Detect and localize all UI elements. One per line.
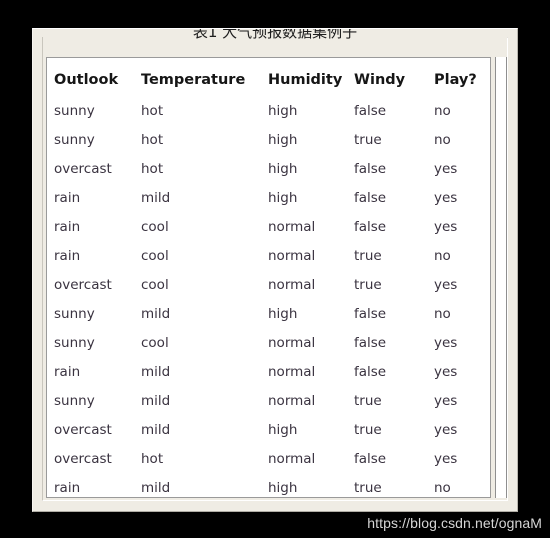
cell-temperature: hot bbox=[141, 131, 164, 148]
cell-temperature: mild bbox=[141, 392, 171, 409]
cell-humidity: high bbox=[268, 189, 298, 206]
table-row: overcast hot high false yes bbox=[47, 154, 490, 183]
cell-outlook: rain bbox=[54, 218, 81, 235]
cell-humidity: high bbox=[268, 102, 298, 119]
cell-outlook: overcast bbox=[54, 276, 112, 293]
table-row: sunny hot high true no bbox=[47, 125, 490, 154]
cell-temperature: mild bbox=[141, 189, 171, 206]
cell-windy: true bbox=[354, 131, 382, 148]
cell-humidity: normal bbox=[268, 247, 316, 264]
cell-windy: false bbox=[354, 160, 387, 177]
cell-windy: true bbox=[354, 276, 382, 293]
cell-play: no bbox=[434, 247, 451, 264]
cell-humidity: high bbox=[268, 421, 298, 438]
column-header-windy: Windy bbox=[354, 71, 406, 88]
cell-windy: false bbox=[354, 363, 387, 380]
column-header-humidity: Humidity bbox=[268, 71, 343, 88]
table-header: Outlook Temperature Humidity Windy Play? bbox=[47, 58, 490, 96]
cell-windy: false bbox=[354, 102, 387, 119]
cell-outlook: sunny bbox=[54, 392, 95, 409]
cell-humidity: high bbox=[268, 305, 298, 322]
table-row: rain mild high true no bbox=[47, 473, 490, 497]
column-header-outlook: Outlook bbox=[54, 71, 119, 88]
cell-outlook: sunny bbox=[54, 102, 95, 119]
cell-windy: true bbox=[354, 247, 382, 264]
cell-temperature: mild bbox=[141, 363, 171, 380]
cell-play: yes bbox=[434, 160, 458, 177]
table-row: rain cool normal false yes bbox=[47, 212, 490, 241]
cell-temperature: cool bbox=[141, 276, 169, 293]
cell-play: no bbox=[434, 305, 451, 322]
cell-humidity: normal bbox=[268, 450, 316, 467]
cell-temperature: cool bbox=[141, 247, 169, 264]
cell-play: no bbox=[434, 479, 451, 496]
table-row: sunny hot high false no bbox=[47, 96, 490, 125]
weather-dataset-table: Outlook Temperature Humidity Windy Play?… bbox=[47, 58, 490, 497]
column-header-temperature: Temperature bbox=[141, 71, 246, 88]
cell-windy: false bbox=[354, 334, 387, 351]
cell-play: no bbox=[434, 102, 451, 119]
watermark-url: https://blog.csdn.net/ognaM bbox=[367, 515, 542, 531]
cell-temperature: cool bbox=[141, 334, 169, 351]
cell-humidity: normal bbox=[268, 218, 316, 235]
cell-temperature: hot bbox=[141, 160, 164, 177]
table-row: sunny mild high false no bbox=[47, 299, 490, 328]
table-header-row: Outlook Temperature Humidity Windy Play? bbox=[47, 58, 490, 96]
cell-humidity: normal bbox=[268, 334, 316, 351]
cell-humidity: normal bbox=[268, 363, 316, 380]
column-header-play: Play? bbox=[434, 71, 477, 88]
cell-windy: true bbox=[354, 421, 382, 438]
cell-outlook: sunny bbox=[54, 334, 95, 351]
table-row: sunny mild normal true yes bbox=[47, 386, 490, 415]
cell-temperature: mild bbox=[141, 479, 171, 496]
cell-play: yes bbox=[434, 421, 458, 438]
cell-windy: false bbox=[354, 305, 387, 322]
cell-windy: true bbox=[354, 479, 382, 496]
cell-play: yes bbox=[434, 450, 458, 467]
vertical-scrollbar[interactable] bbox=[495, 57, 507, 498]
cell-windy: false bbox=[354, 189, 387, 206]
cell-outlook: overcast bbox=[54, 421, 112, 438]
cell-play: yes bbox=[434, 218, 458, 235]
cell-outlook: sunny bbox=[54, 305, 95, 322]
table-row: rain cool normal true no bbox=[47, 241, 490, 270]
cell-humidity: high bbox=[268, 160, 298, 177]
table-row: overcast cool normal true yes bbox=[47, 270, 490, 299]
table-row: rain mild normal false yes bbox=[47, 357, 490, 386]
table-caption-container: 表1 大气预报数据集例子 bbox=[43, 29, 507, 57]
cell-outlook: rain bbox=[54, 247, 81, 264]
cell-temperature: hot bbox=[141, 102, 164, 119]
table-row: overcast hot normal false yes bbox=[47, 444, 490, 473]
table-row: overcast mild high true yes bbox=[47, 415, 490, 444]
cell-outlook: overcast bbox=[54, 160, 112, 177]
cell-play: yes bbox=[434, 392, 458, 409]
cell-temperature: mild bbox=[141, 421, 171, 438]
cell-humidity: normal bbox=[268, 276, 316, 293]
table-row: sunny cool normal false yes bbox=[47, 328, 490, 357]
cell-play: yes bbox=[434, 363, 458, 380]
cell-outlook: overcast bbox=[54, 450, 112, 467]
cell-outlook: rain bbox=[54, 479, 81, 496]
cell-temperature: mild bbox=[141, 305, 171, 322]
cell-humidity: high bbox=[268, 131, 298, 148]
screenshot-panel: 表1 大气预报数据集例子 Outlook Temperature Humidit… bbox=[32, 28, 518, 512]
cell-humidity: high bbox=[268, 479, 298, 496]
cell-windy: false bbox=[354, 450, 387, 467]
cell-temperature: cool bbox=[141, 218, 169, 235]
table-caption: 表1 大气预报数据集例子 bbox=[192, 29, 358, 41]
cell-play: yes bbox=[434, 334, 458, 351]
table-body: sunny hot high false no sunny hot high true no ove… bbox=[47, 96, 490, 497]
table-viewport: Outlook Temperature Humidity Windy Play?… bbox=[46, 57, 491, 498]
cell-play: yes bbox=[434, 189, 458, 206]
cell-windy: true bbox=[354, 392, 382, 409]
cell-outlook: rain bbox=[54, 189, 81, 206]
table-row: rain mild high false yes bbox=[47, 183, 490, 212]
cell-play: yes bbox=[434, 276, 458, 293]
cell-outlook: sunny bbox=[54, 131, 95, 148]
cell-outlook: rain bbox=[54, 363, 81, 380]
cell-windy: false bbox=[354, 218, 387, 235]
cell-temperature: hot bbox=[141, 450, 164, 467]
cell-humidity: normal bbox=[268, 392, 316, 409]
cell-play: no bbox=[434, 131, 451, 148]
